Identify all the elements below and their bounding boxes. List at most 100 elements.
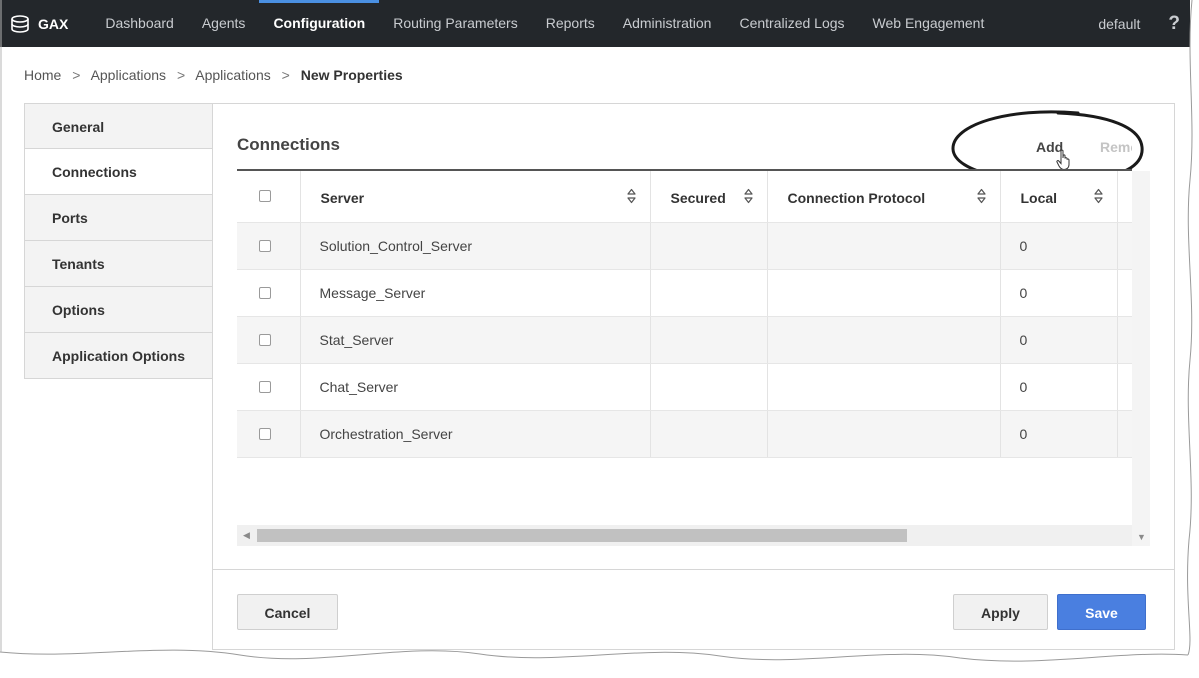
overflow-cell bbox=[1117, 269, 1132, 317]
row-select-cell bbox=[237, 269, 301, 317]
top-navbar: GAX Dashboard Agents Configuration Routi… bbox=[0, 0, 1190, 47]
select-all-checkbox[interactable] bbox=[259, 190, 271, 203]
section-title: Connections bbox=[237, 135, 340, 154]
column-header-secured[interactable]: Secured bbox=[650, 171, 768, 223]
column-label: Server bbox=[320, 190, 365, 206]
column-label: Secured bbox=[670, 190, 726, 206]
tab-general[interactable]: General bbox=[24, 103, 213, 149]
horizontal-scrollbar[interactable]: ◀ bbox=[237, 525, 1132, 546]
row-checkbox[interactable] bbox=[259, 427, 271, 440]
local-cell: 0 bbox=[1000, 363, 1118, 411]
footer-divider bbox=[213, 569, 1174, 570]
apply-button[interactable]: Apply bbox=[953, 594, 1048, 630]
row-select-cell bbox=[237, 222, 301, 270]
protocol-cell bbox=[767, 363, 1001, 411]
nav-routing-parameters[interactable]: Routing Parameters bbox=[379, 0, 532, 47]
server-name: Solution_Control_Server bbox=[319, 237, 473, 254]
database-icon bbox=[11, 14, 29, 33]
sort-icon[interactable] bbox=[1093, 188, 1103, 204]
table-row[interactable]: Solution_Control_Server 0 bbox=[237, 222, 1132, 270]
row-checkbox[interactable] bbox=[259, 333, 271, 346]
tab-options[interactable]: Options bbox=[24, 287, 213, 333]
row-checkbox[interactable] bbox=[259, 239, 271, 252]
scroll-down-arrow-icon[interactable]: ▼ bbox=[1137, 532, 1146, 542]
server-name: Orchestration_Server bbox=[319, 425, 453, 442]
connections-panel: Connections Add Remove bbox=[212, 103, 1175, 650]
nav-dashboard[interactable]: Dashboard bbox=[91, 0, 188, 47]
sort-icon[interactable] bbox=[743, 188, 753, 204]
nav-administration[interactable]: Administration bbox=[609, 0, 726, 47]
column-header-overflow bbox=[1117, 171, 1132, 223]
column-header-server[interactable]: Server bbox=[300, 171, 651, 223]
horizontal-scroll-thumb[interactable] bbox=[257, 529, 907, 542]
column-header-local[interactable]: Local bbox=[1000, 171, 1118, 223]
local-value: 0 bbox=[1019, 378, 1028, 395]
server-name: Message_Server bbox=[319, 284, 426, 301]
nav-right: default ? bbox=[1098, 0, 1190, 47]
scroll-left-arrow-icon[interactable]: ◀ bbox=[243, 530, 250, 541]
column-header-connection-protocol[interactable]: Connection Protocol bbox=[767, 171, 1001, 223]
overflow-cell bbox=[1117, 363, 1132, 411]
server-cell: Solution_Control_Server bbox=[300, 222, 651, 270]
table-row[interactable]: Stat_Server 0 bbox=[237, 316, 1132, 364]
grid-viewport: Server Secured Connection Protocol Local… bbox=[237, 171, 1132, 526]
server-cell: Message_Server bbox=[300, 269, 651, 317]
local-cell: 0 bbox=[1000, 222, 1118, 270]
breadcrumb-separator: > bbox=[72, 67, 81, 83]
sort-icon[interactable] bbox=[626, 188, 636, 204]
brand[interactable]: GAX bbox=[0, 0, 91, 47]
user-menu[interactable]: default bbox=[1098, 16, 1140, 32]
nav-web-engagement[interactable]: Web Engagement bbox=[859, 0, 999, 47]
nav-centralized-logs[interactable]: Centralized Logs bbox=[725, 0, 858, 47]
nav-agents[interactable]: Agents bbox=[188, 0, 260, 47]
nav-reports[interactable]: Reports bbox=[532, 0, 609, 47]
tab-tenants[interactable]: Tenants bbox=[24, 241, 213, 287]
connections-table: Server Secured Connection Protocol Local… bbox=[237, 171, 1132, 458]
save-button[interactable]: Save bbox=[1057, 594, 1146, 630]
secured-cell bbox=[650, 269, 768, 317]
row-select-cell bbox=[237, 363, 301, 411]
sort-icon[interactable] bbox=[976, 188, 986, 204]
nav-configuration[interactable]: Configuration bbox=[259, 0, 379, 47]
vertical-scrollbar[interactable]: ▼ bbox=[1132, 171, 1150, 546]
secured-cell bbox=[650, 222, 768, 270]
breadcrumb-applications[interactable]: Applications bbox=[91, 67, 167, 83]
local-value: 0 bbox=[1019, 425, 1028, 442]
breadcrumb-home[interactable]: Home bbox=[24, 67, 61, 83]
help-icon[interactable]: ? bbox=[1168, 13, 1180, 35]
properties-tabs: General Connections Ports Tenants Option… bbox=[24, 103, 213, 379]
row-select-cell bbox=[237, 316, 301, 364]
hand-pointer-icon bbox=[1056, 149, 1070, 171]
table-header-row: Server Secured Connection Protocol Local bbox=[237, 171, 1132, 223]
protocol-cell bbox=[767, 222, 1001, 270]
remove-button[interactable]: Remove bbox=[1100, 139, 1132, 155]
table-row[interactable]: Message_Server 0 bbox=[237, 269, 1132, 317]
server-cell: Orchestration_Server bbox=[300, 410, 651, 458]
row-checkbox[interactable] bbox=[259, 380, 271, 393]
row-select-cell bbox=[237, 410, 301, 458]
breadcrumb-applications-folder[interactable]: Applications bbox=[195, 67, 271, 83]
tab-ports[interactable]: Ports bbox=[24, 195, 213, 241]
secured-cell bbox=[650, 316, 768, 364]
local-cell: 0 bbox=[1000, 316, 1118, 364]
cancel-button[interactable]: Cancel bbox=[237, 594, 338, 630]
local-value: 0 bbox=[1019, 331, 1028, 348]
brand-name: GAX bbox=[38, 15, 69, 32]
overflow-cell bbox=[1117, 410, 1132, 458]
secured-cell bbox=[650, 363, 768, 411]
column-label: Local bbox=[1020, 190, 1058, 206]
table-row[interactable]: Chat_Server 0 bbox=[237, 363, 1132, 411]
tab-application-options[interactable]: Application Options bbox=[24, 333, 213, 379]
row-checkbox[interactable] bbox=[259, 286, 271, 299]
breadcrumb: Home > Applications > Applications > New… bbox=[24, 67, 403, 83]
local-cell: 0 bbox=[1000, 410, 1118, 458]
server-name: Stat_Server bbox=[319, 331, 394, 348]
protocol-cell bbox=[767, 316, 1001, 364]
server-cell: Chat_Server bbox=[300, 363, 651, 411]
overflow-cell bbox=[1117, 316, 1132, 364]
select-all-header bbox=[237, 171, 301, 223]
breadcrumb-separator: > bbox=[176, 67, 186, 83]
secured-cell bbox=[650, 410, 768, 458]
tab-connections[interactable]: Connections bbox=[24, 149, 213, 195]
table-row[interactable]: Orchestration_Server 0 bbox=[237, 410, 1132, 458]
